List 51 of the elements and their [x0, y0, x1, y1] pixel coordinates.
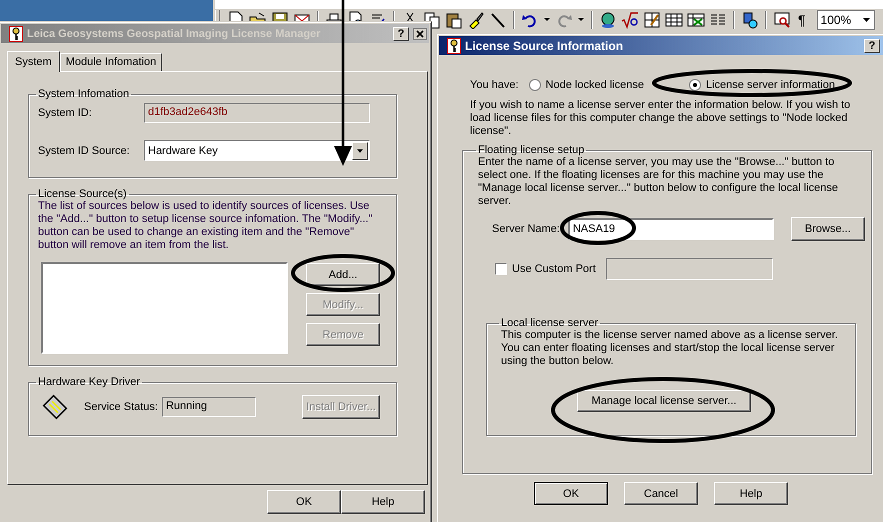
description-text: The list of sources below is used to identify sources of licenses. Use the "Add..." button to setup license source infomation. The "Modify..." button can be used to change an existing item and the "Remove" button will remove an item from the list.	[38, 200, 374, 252]
shapes-icon[interactable]	[741, 11, 759, 29]
tab[interactable]: System	[7, 51, 60, 72]
dialog-button[interactable]: Help	[714, 482, 788, 505]
group-label: Floating license setup	[477, 144, 586, 156]
table-icon[interactable]	[665, 11, 683, 29]
zoom-dropdown[interactable]: 100%	[816, 10, 875, 30]
brush-icon[interactable]	[467, 11, 485, 29]
field-label: System ID:	[38, 107, 93, 119]
description-text: Enter the name of a license server, you may use the "Browse..." button to select one. If the floating licenses are for this machine you may use the "Manage local license server..." button below to configure the local license server.	[478, 156, 840, 208]
description-text: This computer is the license server named above as a license server. You can enter floating licenses and start/stop the local license server using the button below.	[501, 329, 839, 368]
field-label: You have:	[470, 79, 519, 91]
dialog-button[interactable]: OK	[267, 490, 341, 514]
key-icon	[447, 38, 461, 54]
caret-icon	[862, 18, 870, 22]
clipboard-icon[interactable]	[445, 11, 463, 29]
server-name-field[interactable]: NASA19	[568, 218, 774, 240]
caret-icon	[357, 148, 363, 152]
status-field[interactable]: Running	[162, 397, 256, 417]
key-icon	[9, 26, 23, 42]
license-source-list[interactable]	[41, 262, 288, 354]
dialog-button[interactable]: OK	[534, 482, 608, 505]
radio-button[interactable]: License server information	[688, 79, 835, 91]
window-title: License Source Information	[465, 38, 624, 52]
document-map-icon[interactable]	[773, 11, 791, 29]
group-label: Hardware Key Driver	[37, 376, 142, 388]
group-label: Local license server	[500, 317, 600, 329]
help-button[interactable]: ?	[864, 38, 880, 52]
custom-port-checkbox[interactable]: Use Custom Port	[495, 263, 596, 275]
group-label: License Source(s)	[37, 188, 128, 200]
close-icon	[413, 28, 427, 40]
radio-button[interactable]: Node locked license	[528, 79, 644, 91]
source-dropdown[interactable]: Hardware Key	[144, 140, 370, 161]
field-label: Service Status:	[84, 401, 158, 413]
group-label: System Infomation	[37, 88, 130, 100]
port-field[interactable]	[606, 258, 773, 280]
dialog-button[interactable]: Cancel	[624, 482, 698, 505]
paragraph-mark-button[interactable]: ¶	[795, 10, 809, 30]
field-label: Server Name:	[492, 223, 560, 235]
description-text: If you wish to name a license server enter the information below. If you wish to load license files for this computer change the above settings to "Node locked license".	[470, 99, 852, 138]
globe-icon[interactable]	[599, 11, 617, 29]
tab[interactable]: Module Infomation	[60, 53, 162, 71]
system-id-field[interactable]: d1fb3ad2e643fb	[144, 103, 370, 123]
spreadsheet-icon[interactable]	[687, 11, 705, 29]
dialog-button[interactable]: Help	[341, 490, 425, 514]
list-action-button[interactable]: Add...	[306, 263, 380, 286]
browse-button[interactable]: Browse...	[790, 217, 865, 241]
manage-server-button[interactable]: Manage local license server...	[577, 390, 751, 412]
field-label: System ID Source:	[38, 144, 131, 156]
formula-icon[interactable]	[621, 11, 639, 29]
table-pen-icon[interactable]	[643, 11, 661, 29]
